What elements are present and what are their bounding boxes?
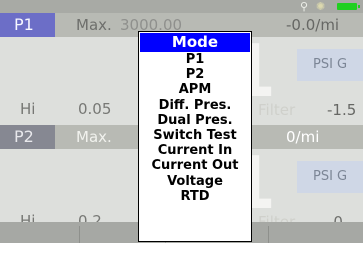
mode-label[interactable]: Max. (76, 125, 112, 149)
mode-option-current-out[interactable]: Current Out (139, 158, 251, 173)
unit-selector[interactable]: PSI G (297, 161, 363, 193)
channel-tag-p1[interactable]: P1 (0, 13, 55, 37)
rate-readout: -0.0/mi (286, 16, 340, 34)
mode-menu[interactable]: Mode P1 P2 APM Diff. Pres. Dual Pres. Sw… (138, 31, 252, 242)
battery-icon (337, 3, 360, 10)
mode-option-switch-test[interactable]: Switch Test (139, 128, 251, 143)
filter-label: Filter (258, 101, 296, 119)
sun-icon: ✺ (316, 0, 326, 13)
filter-value: -1.5 (327, 101, 357, 119)
mode-menu-list: P1 P2 APM Diff. Pres. Dual Pres. Switch … (139, 52, 251, 204)
usb-icon: ⚲ (300, 0, 309, 13)
device-screen: ⚲ ✺ P1 Max. 3000.00 -0.0/mi 1 PSI G Hi 0… (0, 0, 363, 243)
softkey-divider (79, 226, 80, 243)
mode-option-current-in[interactable]: Current In (139, 143, 251, 158)
mode-option-p1[interactable]: P1 (139, 52, 251, 67)
hi-value: 0.05 (78, 100, 112, 118)
unit-selector[interactable]: PSI G (297, 49, 363, 81)
mode-option-voltage[interactable]: Voltage (139, 174, 251, 189)
mode-menu-title: Mode (140, 33, 250, 52)
mode-option-p2[interactable]: P2 (139, 67, 251, 82)
mode-option-apm[interactable]: APM (139, 82, 251, 97)
mode-option-rtd[interactable]: RTD (139, 189, 251, 204)
channel-tag-p2[interactable]: P2 (0, 125, 55, 149)
mode-option-dual-pres[interactable]: Dual Pres. (139, 113, 251, 128)
softkey-divider (268, 226, 269, 243)
mode-label[interactable]: Max. (76, 13, 112, 37)
status-bar: ⚲ ✺ (0, 0, 363, 13)
mode-option-diff-pres[interactable]: Diff. Pres. (139, 98, 251, 113)
rate-readout: 0/mi (286, 128, 320, 146)
hi-label: Hi (20, 100, 36, 118)
